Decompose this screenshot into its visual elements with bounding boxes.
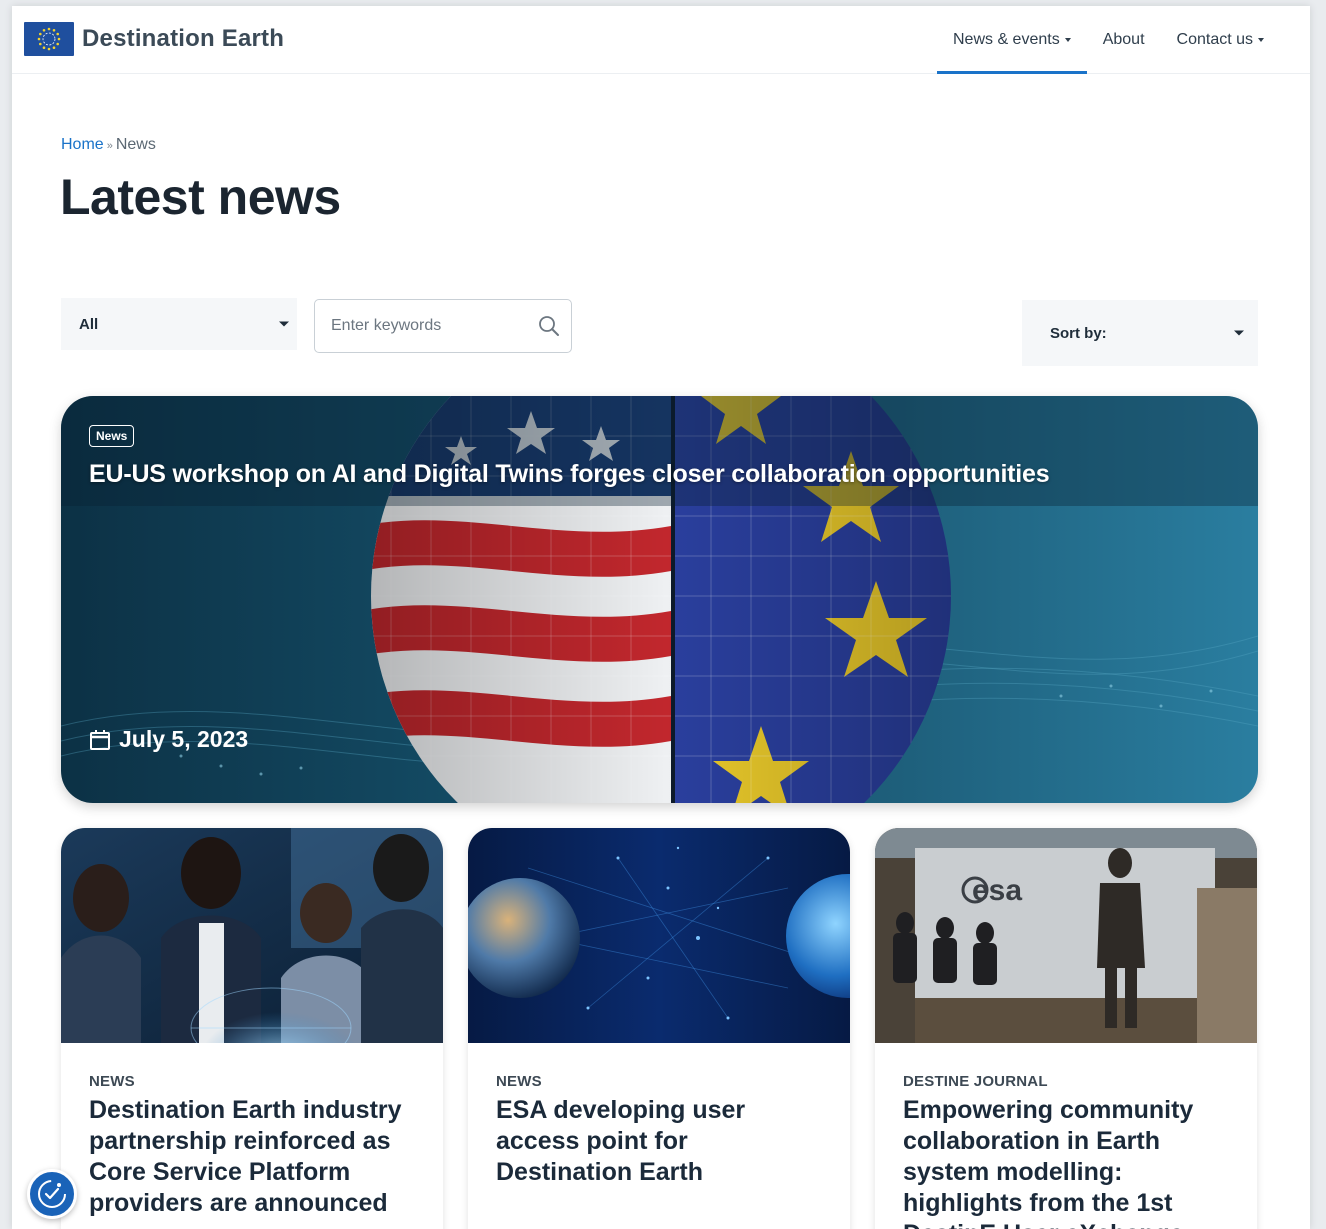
featured-date-text: July 5, 2023 (119, 726, 249, 752)
card-category: NEWS (496, 1073, 542, 1090)
breadcrumb: Home» News (61, 136, 156, 154)
news-card[interactable]: esa DESTINE JOURNAL Empowering community… (875, 828, 1257, 1229)
calendar-icon (90, 729, 110, 750)
chevron-down-icon (1258, 38, 1264, 42)
esa-logo-text: esa (972, 874, 1022, 907)
site-logo[interactable]: Destination Earth (24, 22, 284, 56)
nav-news-events-label: News & events (952, 31, 1060, 48)
news-card[interactable]: NEWS ESA developing user access point fo… (468, 828, 850, 1229)
featured-article[interactable]: News EU-US workshop on AI and Digital Tw… (61, 396, 1258, 803)
featured-tag: News (89, 425, 135, 447)
nav-news-events[interactable]: News & events (936, 6, 1087, 74)
breadcrumb-separator: » (106, 140, 113, 152)
card-image (61, 828, 443, 1043)
eu-flag-icon (24, 22, 74, 56)
chevron-down-icon (1234, 330, 1244, 336)
category-select-value: All (79, 315, 99, 333)
card-title[interactable]: Empowering community collaboration in Ea… (903, 1095, 1233, 1229)
card-title[interactable]: ESA developing user access point for Des… (496, 1095, 826, 1188)
page-title: Latest news (60, 169, 341, 225)
accessibility-button[interactable] (27, 1169, 77, 1219)
sort-select[interactable]: Sort by: (1022, 300, 1258, 366)
search-box (314, 299, 572, 353)
category-select[interactable]: All (61, 298, 297, 350)
nav-contact-us-label: Contact us (1176, 31, 1253, 48)
nav-about[interactable]: About (1087, 6, 1161, 74)
main-nav: News & events About Contact us (936, 6, 1280, 74)
brand-name: Destination Earth (82, 25, 285, 52)
featured-date: July 5, 2023 (89, 726, 248, 753)
search-input[interactable] (331, 314, 531, 338)
chevron-down-icon (279, 321, 289, 327)
breadcrumb-current: News (115, 136, 156, 153)
sort-select-label: Sort by: (1050, 324, 1107, 342)
card-image (468, 828, 850, 1043)
card-title[interactable]: Destination Earth industry partnership r… (89, 1095, 419, 1219)
nav-contact-us[interactable]: Contact us (1161, 6, 1280, 74)
news-card[interactable]: NEWS Destination Earth industry partners… (61, 828, 443, 1229)
card-image: esa (875, 828, 1257, 1043)
nav-about-label: About (1102, 31, 1145, 48)
accessibility-icon (38, 1180, 66, 1208)
site-header: Destination Earth News & events About Co… (12, 6, 1310, 74)
search-icon[interactable] (537, 314, 561, 343)
breadcrumb-home-link[interactable]: Home (61, 136, 104, 153)
card-category: NEWS (89, 1073, 135, 1090)
page: Destination Earth News & events About Co… (12, 6, 1310, 1229)
chevron-down-icon (1064, 38, 1071, 42)
featured-title[interactable]: EU-US workshop on AI and Digital Twins f… (89, 460, 1050, 489)
card-category: DESTINE JOURNAL (903, 1073, 1048, 1090)
